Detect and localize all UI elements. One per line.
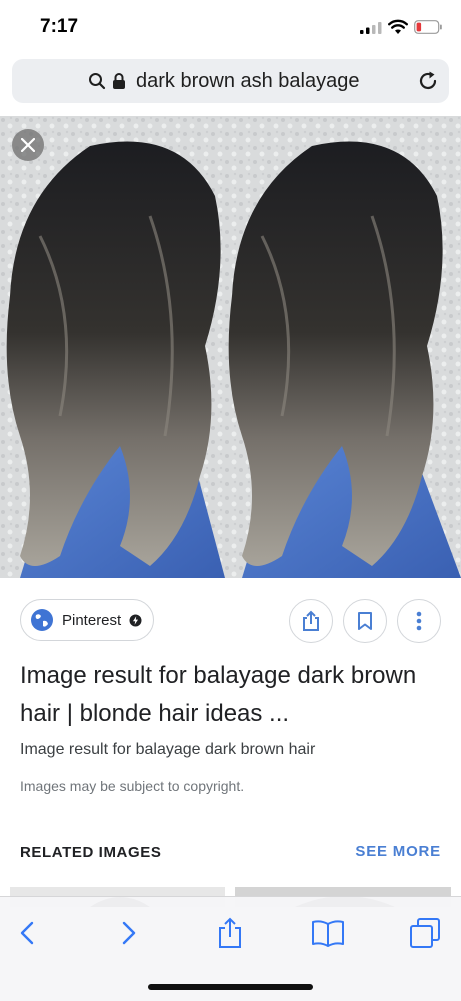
address-query: dark brown ash balayage <box>136 69 360 92</box>
cellular-signal-icon <box>360 22 382 34</box>
source-name: Pinterest <box>62 611 122 629</box>
search-icon <box>89 73 106 90</box>
battery-low-icon <box>414 20 442 34</box>
bookmarks-button[interactable] <box>310 915 346 951</box>
bolt-icon <box>129 614 142 626</box>
see-more-link[interactable]: SEE MORE <box>355 843 441 860</box>
back-button[interactable] <box>9 915 45 951</box>
tabs-icon <box>410 918 440 948</box>
wifi-icon <box>388 19 408 34</box>
share-icon <box>219 917 241 948</box>
result-title[interactable]: Image result for balayage dark brown hai… <box>20 657 440 733</box>
share-page-button[interactable] <box>212 915 248 951</box>
source-chip[interactable]: Pinterest <box>20 599 154 641</box>
bookmark-icon <box>358 612 372 630</box>
address-bar[interactable]: dark brown ash balayage <box>12 59 449 103</box>
tabs-button[interactable] <box>407 915 443 951</box>
bookmarks-icon <box>312 920 344 947</box>
reload-icon[interactable] <box>417 70 439 92</box>
close-icon <box>21 138 35 152</box>
more-options-button[interactable] <box>397 599 441 643</box>
more-vert-icon <box>416 611 422 631</box>
globe-icon <box>31 609 53 631</box>
related-images-heading: RELATED IMAGES <box>20 844 162 861</box>
status-time: 7:17 <box>40 16 79 37</box>
result-image[interactable] <box>0 116 461 578</box>
forward-icon <box>122 921 136 945</box>
copyright-notice: Images may be subject to copyright. <box>20 778 245 794</box>
close-viewer-button[interactable] <box>12 129 44 161</box>
save-button[interactable] <box>343 599 387 643</box>
share-button[interactable] <box>289 599 333 643</box>
home-indicator[interactable] <box>148 984 313 990</box>
share-icon <box>303 610 319 631</box>
status-bar: 7:17 <box>0 0 461 56</box>
back-icon <box>20 921 34 945</box>
result-subtitle: Image result for balayage dark brown hai… <box>20 741 316 758</box>
lock-icon <box>113 73 125 89</box>
forward-button[interactable] <box>111 915 147 951</box>
